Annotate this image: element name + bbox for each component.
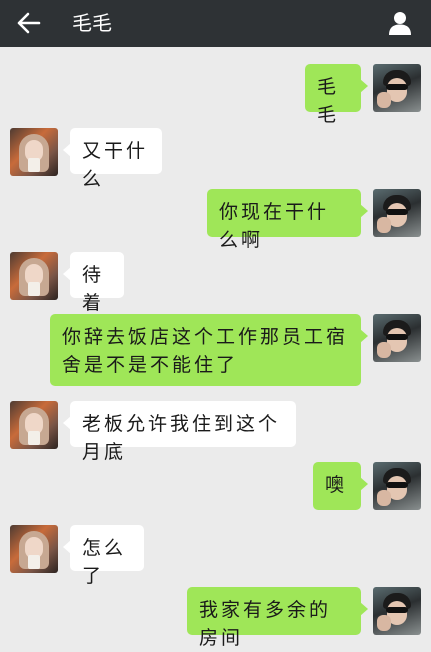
my-avatar[interactable] (373, 189, 421, 237)
my-avatar[interactable] (373, 314, 421, 362)
contact-avatar[interactable] (10, 401, 58, 449)
person-icon (389, 12, 411, 35)
message-list[interactable]: 毛毛 又干什么 你现在干什么啊 待着 你辞去饭店这个工作那员工宿舍是不是不能住了… (0, 47, 431, 649)
message-bubble-received[interactable]: 待着 (63, 252, 124, 314)
message-bubble-sent[interactable]: 你辞去饭店这个工作那员工宿舍是不是不能住了 (50, 314, 368, 386)
arrow-left-icon (17, 12, 41, 34)
contact-avatar[interactable] (10, 252, 58, 300)
my-avatar[interactable] (373, 462, 421, 510)
message-bubble-received[interactable]: 怎么了 (63, 525, 144, 587)
profile-button[interactable] (385, 8, 415, 38)
message-bubble-received[interactable]: 老板允许我住到这个月底 (63, 401, 296, 463)
message-bubble-sent[interactable]: 我家有多余的房间 (187, 587, 368, 649)
message-bubble-received[interactable]: 又干什么 (63, 128, 162, 190)
top-bar: 毛毛 (0, 0, 431, 47)
contact-avatar[interactable] (10, 525, 58, 573)
my-avatar[interactable] (373, 64, 421, 112)
message-bubble-sent[interactable]: 毛毛 (305, 64, 368, 126)
contact-avatar[interactable] (10, 128, 58, 176)
my-avatar[interactable] (373, 587, 421, 635)
chat-title: 毛毛 (72, 11, 112, 35)
message-bubble-sent[interactable]: 噢 (313, 462, 368, 510)
back-button[interactable] (14, 9, 44, 37)
message-bubble-sent[interactable]: 你现在干什么啊 (207, 189, 368, 251)
